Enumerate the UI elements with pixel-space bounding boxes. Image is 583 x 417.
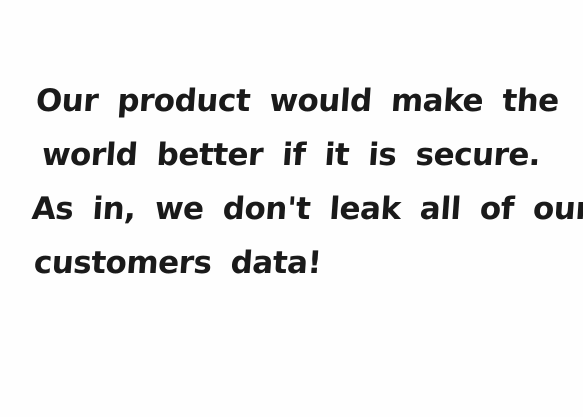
- note-line-4: customers data!: [32, 245, 323, 281]
- note-card: Our product would make the world better …: [0, 0, 583, 417]
- handwritten-note: Our product would make the world better …: [30, 74, 583, 290]
- note-line-2: world better if it is secure.: [40, 137, 542, 173]
- note-line-1: Our product would make the: [34, 83, 561, 119]
- note-line-3: As in, we don't leak all of our: [30, 191, 583, 227]
